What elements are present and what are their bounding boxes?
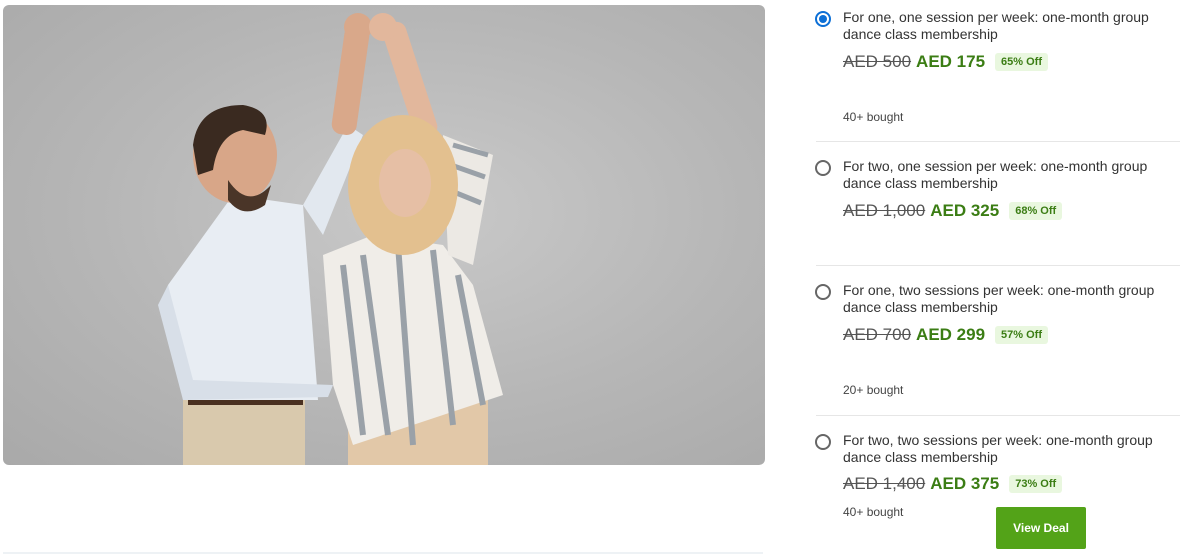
option-radio[interactable] [815, 284, 831, 300]
view-deal-button[interactable]: View Deal [996, 507, 1086, 549]
option-title: For two, one session per week: one-month… [843, 158, 1148, 191]
original-price: AED 700 [843, 325, 912, 344]
option-title: For one, one session per week: one-month… [843, 9, 1149, 42]
deal-price: AED 325 [930, 201, 1000, 220]
deal-price: AED 375 [930, 474, 1000, 493]
option-radio[interactable] [815, 160, 831, 176]
option-divider [816, 141, 1180, 142]
discount-badge: 68% Off [1009, 202, 1063, 220]
discount-badge: 65% Off [995, 53, 1048, 71]
price-row: AED 700 AED 299 57% Off [843, 325, 1048, 345]
option-title: For two, two sessions per week: one-mont… [843, 432, 1153, 465]
couple-dancing-illustration [158, 13, 503, 465]
bought-count: 40+ bought [843, 505, 904, 519]
deal-price: AED 175 [916, 52, 986, 71]
discount-badge: 57% Off [995, 326, 1048, 344]
option-divider [816, 265, 1180, 266]
bought-count: 20+ bought [843, 383, 904, 397]
price-row: AED 1,000 AED 325 68% Off [843, 201, 1063, 221]
original-price: AED 1,000 [843, 201, 926, 220]
deal-photo [3, 5, 765, 465]
discount-badge: 73% Off [1009, 475, 1063, 493]
bought-count: 40+ bought [843, 110, 904, 124]
section-divider [3, 552, 763, 554]
option-title: For one, two sessions per week: one-mont… [843, 282, 1155, 315]
original-price: AED 500 [843, 52, 912, 71]
deal-price: AED 299 [916, 325, 986, 344]
price-row: AED 500 AED 175 65% Off [843, 52, 1048, 72]
option-radio-checked[interactable] [815, 11, 831, 27]
option-radio[interactable] [815, 434, 831, 450]
option-divider [816, 415, 1180, 416]
price-row: AED 1,400 AED 375 73% Off [843, 474, 1063, 494]
original-price: AED 1,400 [843, 474, 926, 493]
